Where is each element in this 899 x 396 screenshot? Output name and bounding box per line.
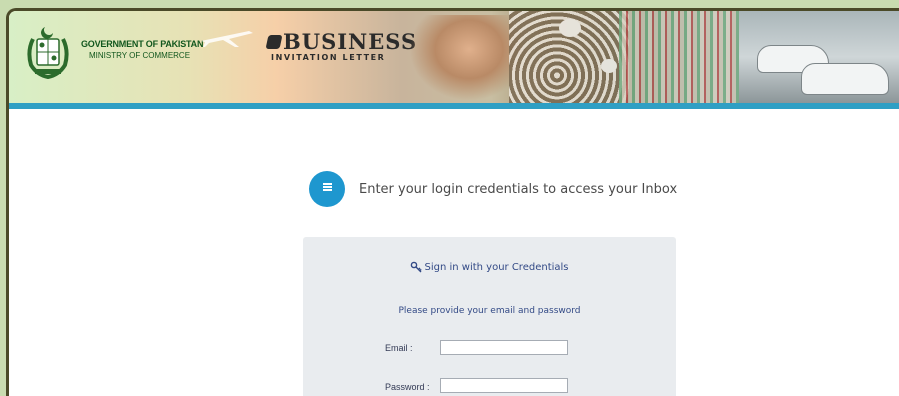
- ministry-subtitle: MINISTRY OF COMMERCE: [89, 51, 191, 60]
- inbox-icon: [309, 171, 345, 207]
- state-emblem-icon: [27, 27, 69, 79]
- login-intro: Enter your login credentials to access y…: [309, 171, 677, 207]
- signin-heading: Sign in with your Credentials: [424, 261, 569, 273]
- login-instructions: Please provide your email and password: [398, 306, 581, 316]
- header-banner: GOVERNMENT OF PAKISTAN MINISTRY OF COMME…: [9, 11, 899, 103]
- page-frame: GOVERNMENT OF PAKISTAN MINISTRY OF COMME…: [6, 8, 899, 396]
- government-title: GOVERNMENT OF PAKISTAN: [81, 39, 204, 49]
- textile-threads-photo: [619, 11, 739, 103]
- signin-heading-row: Sign in with your Credentials: [303, 261, 676, 273]
- intro-text: Enter your login credentials to access y…: [359, 181, 678, 197]
- password-field[interactable]: [440, 378, 568, 393]
- email-label: Email :: [385, 343, 413, 353]
- email-field[interactable]: [440, 340, 568, 355]
- business-invitation-logo: BUSINESS INVITATION LETTER: [265, 29, 418, 62]
- key-icon: [411, 261, 423, 273]
- banner-divider: [9, 103, 899, 109]
- airplane-icon: [201, 31, 253, 47]
- brand-subtitle: INVITATION LETTER: [271, 53, 386, 62]
- car-factory-photo: [739, 11, 899, 103]
- password-label: Password :: [385, 382, 430, 392]
- shield-icon: [265, 35, 283, 49]
- brand-title: BUSINESS: [283, 29, 418, 54]
- cotton-field-photo: [509, 11, 629, 103]
- login-panel: Sign in with your Credentials Please pro…: [303, 237, 676, 396]
